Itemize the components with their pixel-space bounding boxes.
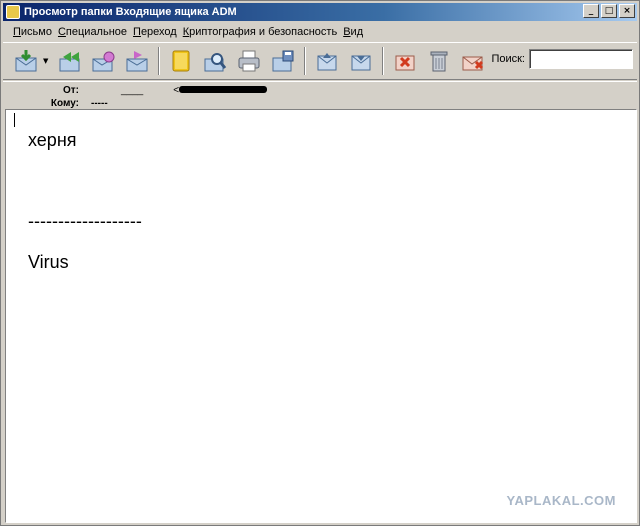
menu-special[interactable]: Специальное	[58, 26, 127, 38]
get-mail-icon[interactable]	[11, 46, 41, 76]
search-input[interactable]	[529, 49, 633, 69]
trash-icon[interactable]	[424, 46, 454, 76]
to-label: Кому:	[50, 97, 79, 109]
menu-letter[interactable]: Письмо	[13, 26, 52, 38]
signature-separator: -------------------	[28, 211, 142, 231]
message-header: От: ____ < Кому: -----	[3, 81, 637, 109]
from-row: От: ____ <	[3, 83, 268, 97]
address-book-icon[interactable]	[166, 46, 196, 76]
from-label: От:	[62, 84, 79, 96]
reply-icon[interactable]	[54, 46, 84, 76]
save-icon[interactable]	[268, 46, 298, 76]
toolbar-separator	[158, 47, 161, 75]
print-icon[interactable]	[234, 46, 264, 76]
find-icon[interactable]	[200, 46, 230, 76]
toolbar: ▼ Поиск:	[3, 42, 637, 80]
close-button[interactable]: ×	[619, 4, 635, 18]
chevron-down-icon[interactable]: ▼	[43, 57, 48, 65]
mail-viewer-window: Просмотр папки Входящие ящика ADM _ □ × …	[0, 0, 640, 526]
menu-go[interactable]: Переход	[133, 26, 177, 38]
message-body[interactable]: херня ------------------- Virus YAPLAKAL…	[5, 109, 637, 523]
signature-line: Virus	[28, 252, 69, 272]
delete-mark-icon[interactable]	[390, 46, 420, 76]
from-address[interactable]: <	[173, 85, 268, 96]
forward-icon[interactable]	[122, 46, 152, 76]
app-icon	[6, 5, 20, 19]
watermark: YAPLAKAL.COM	[506, 493, 616, 508]
menu-bar: Письмо Специальное Переход Криптография …	[3, 22, 637, 41]
toolbar-separator	[382, 47, 385, 75]
to-value[interactable]: -----	[91, 98, 108, 109]
next-icon[interactable]	[346, 46, 376, 76]
redacted-address	[179, 86, 268, 94]
toolbar-separator	[304, 47, 307, 75]
message-line: херня	[28, 130, 77, 150]
window-controls: _ □ ×	[583, 4, 635, 18]
maximize-button[interactable]: □	[601, 4, 617, 18]
title-bar[interactable]: Просмотр папки Входящие ящика ADM _ □ ×	[3, 3, 637, 21]
minimize-button[interactable]: _	[583, 4, 599, 18]
from-name[interactable]: ____	[121, 85, 143, 96]
reply-all-icon[interactable]	[88, 46, 118, 76]
menu-crypto[interactable]: Криптография и безопасность	[183, 26, 337, 38]
search-area: Поиск:	[491, 49, 633, 69]
delete-icon[interactable]	[458, 46, 488, 76]
previous-icon[interactable]	[312, 46, 342, 76]
search-label: Поиск:	[491, 53, 525, 65]
to-row: Кому: -----	[3, 96, 108, 110]
text-caret	[14, 113, 15, 127]
menu-view[interactable]: Вид	[343, 26, 363, 38]
window-title: Просмотр папки Входящие ящика ADM	[24, 6, 237, 18]
